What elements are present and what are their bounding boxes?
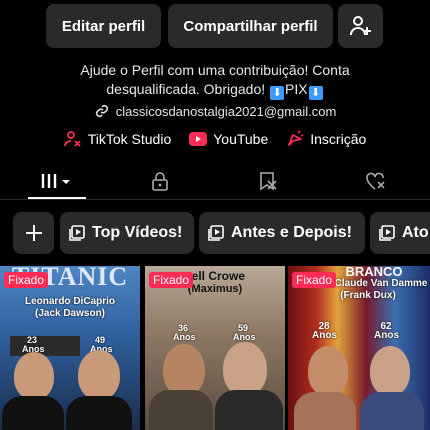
edit-profile-button[interactable]: Editar perfil (46, 4, 161, 48)
tabs-divider (0, 199, 430, 200)
age-right: 62 Anos (374, 321, 399, 341)
actor-old-face (78, 350, 120, 400)
grid-icon (41, 174, 70, 188)
youtube-link[interactable]: YouTube (189, 131, 268, 147)
down-arrow-icon: ⬇ (308, 86, 323, 100)
tab-liked[interactable] (346, 167, 406, 195)
youtube-label: YouTube (213, 131, 269, 147)
age-right: 59 Anos (233, 323, 256, 342)
profile-tabs (0, 167, 430, 195)
share-profile-button[interactable]: Compartilhar perfil (168, 4, 333, 48)
bio-line-1: Ajude o Perfil com uma contribuição! Con… (80, 62, 350, 78)
subscription-link[interactable]: Inscrição (286, 130, 366, 148)
add-friend-button[interactable] (338, 4, 383, 48)
playlist-label: Ato (402, 224, 429, 241)
add-playlist-button[interactable] (13, 212, 54, 254)
bio-line-2: desqualificada. Obrigado! ⬇ PIX ⬇ (0, 79, 430, 100)
video-role: (Frank Dux) (340, 290, 396, 301)
playlist-label: Antes e Depois! (231, 224, 352, 241)
tiktok-studio-link[interactable]: TikTok Studio (63, 130, 172, 148)
actor-old-torso (360, 392, 424, 430)
actor-old-suit (66, 396, 132, 430)
tiktok-studio-label: TikTok Studio (87, 131, 172, 147)
tab-reposts[interactable] (238, 167, 298, 195)
share-profile-label: Compartilhar perfil (183, 17, 318, 35)
bio-line-2-text: desqualificada. Obrigado! (106, 81, 266, 97)
edit-profile-label: Editar perfil (61, 17, 146, 35)
video-role: (Jack Dawson) (34, 308, 106, 319)
playlist-before-after[interactable]: Antes e Depois! (199, 212, 365, 254)
actor-old-face (370, 346, 410, 396)
email-link[interactable]: classicosdanostalgia2021@gmail.com (0, 103, 430, 119)
actor-young-torso (294, 392, 356, 430)
subscription-label: Inscrição (310, 131, 367, 147)
pinned-badge: Fixado (292, 272, 337, 288)
youtube-icon (189, 132, 208, 146)
hidden-heart-icon (366, 172, 385, 190)
playlist-icon (379, 225, 395, 241)
subscription-icon (288, 130, 304, 146)
profile-links: TikTok Studio YouTube Inscrição (0, 128, 430, 150)
actor-young-armor (149, 390, 213, 430)
tiktok-studio-icon (63, 131, 81, 147)
video-thumbnail[interactable]: TITANIC Leonardo DiCaprio (Jack Dawson) … (0, 266, 140, 430)
playlist-icon (208, 225, 224, 241)
actor-old-face (223, 342, 267, 396)
actor-young-face (163, 344, 205, 396)
tab-private[interactable] (130, 167, 190, 195)
actor-young-suit (2, 396, 64, 430)
age-left: 36 Anos (173, 323, 196, 342)
lock-icon (152, 172, 168, 191)
tab-videos[interactable] (27, 167, 87, 195)
actor-old-shirt (215, 390, 283, 430)
video-thumbnail[interactable]: sell Crowe (Maximus) 36 Anos 59 Anos Fix… (145, 266, 285, 430)
playlist-actors[interactable]: Ato (370, 212, 430, 254)
pix-label: PIX (285, 81, 308, 97)
email-text: classicosdanostalgia2021@gmail.com (115, 103, 337, 119)
down-arrow-icon: ⬇ (270, 86, 285, 100)
video-actor: Leonardo DiCaprio (24, 296, 115, 307)
age-left: 28 Anos (312, 321, 337, 341)
playlist-icon (69, 225, 85, 241)
actor-young-face (308, 346, 348, 396)
add-user-icon (349, 16, 371, 36)
hidden-bookmark-icon (260, 172, 277, 191)
ship-image (10, 336, 80, 356)
actor-young-face (14, 352, 54, 400)
playlist-label: Top Vídeos! (92, 224, 183, 241)
video-thumbnail[interactable]: BRANCO Jean-Claude Van Damme (Frank Dux)… (288, 266, 430, 430)
playlist-top-videos[interactable]: Top Vídeos! (60, 212, 194, 254)
link-icon (95, 104, 108, 118)
pinned-badge: Fixado (4, 272, 49, 288)
pinned-badge: Fixado (149, 272, 194, 288)
plus-icon (25, 225, 42, 241)
